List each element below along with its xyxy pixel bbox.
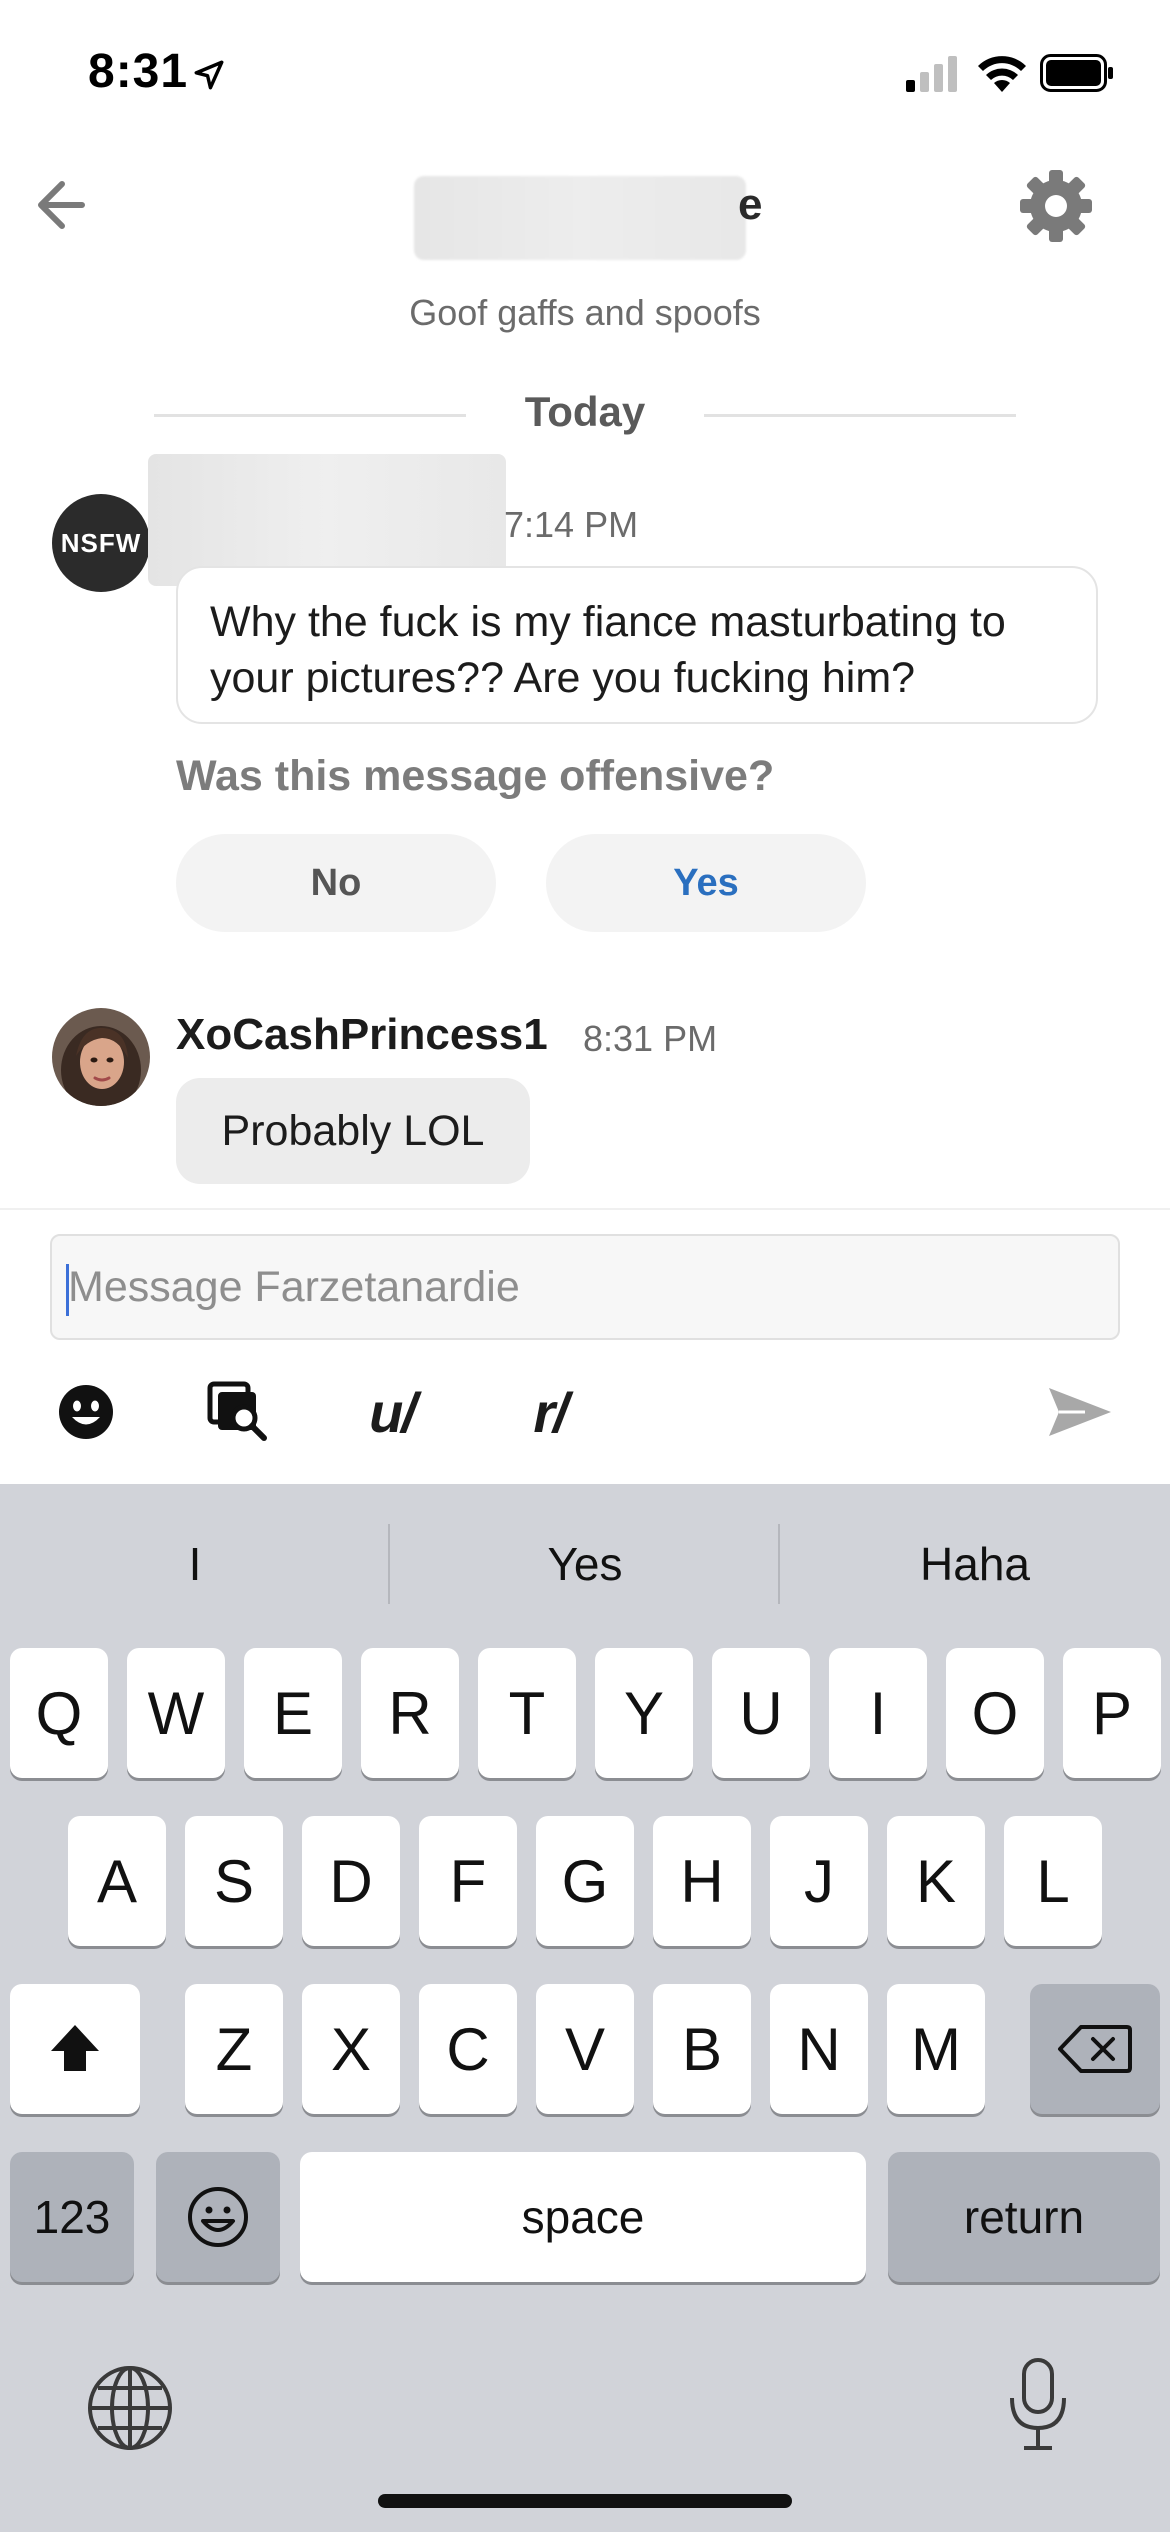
status-time: 8:31 (88, 45, 189, 98)
emoji-button[interactable] (48, 1374, 124, 1450)
key-j[interactable]: J (770, 1816, 868, 1946)
send-button[interactable] (1040, 1374, 1120, 1450)
day-label: Today (524, 388, 646, 435)
key-s[interactable]: S (185, 1816, 283, 1946)
message-timestamp: 8:31 PM (583, 1018, 718, 1059)
microphone-icon (1010, 2358, 1066, 2450)
user-mention-button[interactable]: u/ (352, 1374, 432, 1450)
key-k[interactable]: K (887, 1816, 985, 1946)
avatar[interactable] (52, 1008, 150, 1106)
key-a[interactable]: A (68, 1816, 166, 1946)
globe-icon (88, 2366, 172, 2450)
status-bar: 8:31 (0, 0, 1170, 150)
emoji-keyboard-key[interactable] (156, 2152, 280, 2282)
settings-button[interactable] (1016, 166, 1096, 246)
dictation-button[interactable] (998, 2354, 1078, 2454)
user-photo (52, 1008, 150, 1106)
key-h[interactable]: H (653, 1816, 751, 1946)
key-z[interactable]: Z (185, 1984, 283, 2114)
gear-icon (1020, 170, 1092, 242)
space-key[interactable]: space (300, 2152, 866, 2282)
gif-search-button[interactable] (200, 1374, 276, 1450)
subreddit-mention-button[interactable]: r/ (510, 1374, 590, 1450)
message-bubble[interactable]: Why the fuck is my fiance masturbating t… (176, 566, 1098, 724)
send-icon (1049, 1388, 1111, 1436)
key-b[interactable]: B (653, 1984, 751, 2114)
key-f[interactable]: F (419, 1816, 517, 1946)
home-indicator (378, 2494, 792, 2508)
key-q[interactable]: Q (10, 1648, 108, 1778)
keyboard: I Yes Haha Q W E R T Y U I O P A S D F G… (0, 1484, 1170, 2532)
offensive-no-button[interactable]: No (176, 834, 496, 932)
suggestion-1[interactable]: I (0, 1484, 390, 1644)
cellular-signal-icon (906, 56, 957, 92)
key-n[interactable]: N (770, 1984, 868, 2114)
composer-divider (0, 1208, 1170, 1210)
wifi-icon (978, 56, 1026, 92)
message-input-container[interactable] (50, 1234, 1120, 1340)
suggestion-3[interactable]: Haha (780, 1484, 1170, 1644)
conversation-title: e (738, 180, 763, 229)
key-w[interactable]: W (127, 1648, 225, 1778)
shift-key[interactable] (10, 1984, 140, 2114)
key-m[interactable]: M (887, 1984, 985, 2114)
message-input[interactable] (68, 1236, 1108, 1338)
author-name[interactable]: XoCashPrincess1 (176, 1010, 548, 1060)
key-y[interactable]: Y (595, 1648, 693, 1778)
message-timestamp: 7:14 PM (504, 504, 639, 545)
back-button[interactable] (30, 170, 100, 240)
key-x[interactable]: X (302, 1984, 400, 2114)
return-key[interactable]: return (888, 2152, 1160, 2282)
key-d[interactable]: D (302, 1816, 400, 1946)
key-e[interactable]: E (244, 1648, 342, 1778)
key-c[interactable]: C (419, 1984, 517, 2114)
message-bubble[interactable]: Probably LOL (176, 1078, 530, 1184)
numbers-key[interactable]: 123 (10, 2152, 134, 2282)
conversation-subtitle: Goof gaffs and spoofs (409, 292, 761, 333)
divider-line (704, 414, 1016, 417)
key-o[interactable]: O (946, 1648, 1044, 1778)
location-arrow-icon (194, 60, 224, 90)
emoji-icon (59, 1385, 113, 1439)
globe-button[interactable] (82, 2360, 178, 2456)
key-t[interactable]: T (478, 1648, 576, 1778)
key-i[interactable]: I (829, 1648, 927, 1778)
offensive-question: Was this message offensive? (176, 752, 775, 800)
offensive-yes-button[interactable]: Yes (546, 834, 866, 932)
gif-search-icon (207, 1381, 267, 1441)
key-v[interactable]: V (536, 1984, 634, 2114)
backspace-icon (1058, 2025, 1132, 2073)
key-l[interactable]: L (1004, 1816, 1102, 1946)
emoji-keyboard-icon (188, 2187, 248, 2247)
day-divider: Today (154, 386, 1016, 442)
avatar-nsfw[interactable]: NSFW (52, 494, 150, 592)
battery-icon (1040, 54, 1113, 92)
arrow-left-icon (38, 181, 85, 229)
key-p[interactable]: P (1063, 1648, 1161, 1778)
backspace-key[interactable] (1030, 1984, 1160, 2114)
key-g[interactable]: G (536, 1816, 634, 1946)
suggestion-2[interactable]: Yes (390, 1484, 780, 1644)
key-r[interactable]: R (361, 1648, 459, 1778)
key-u[interactable]: U (712, 1648, 810, 1778)
shift-icon (51, 2025, 99, 2071)
conversation-title-redacted (414, 176, 746, 260)
